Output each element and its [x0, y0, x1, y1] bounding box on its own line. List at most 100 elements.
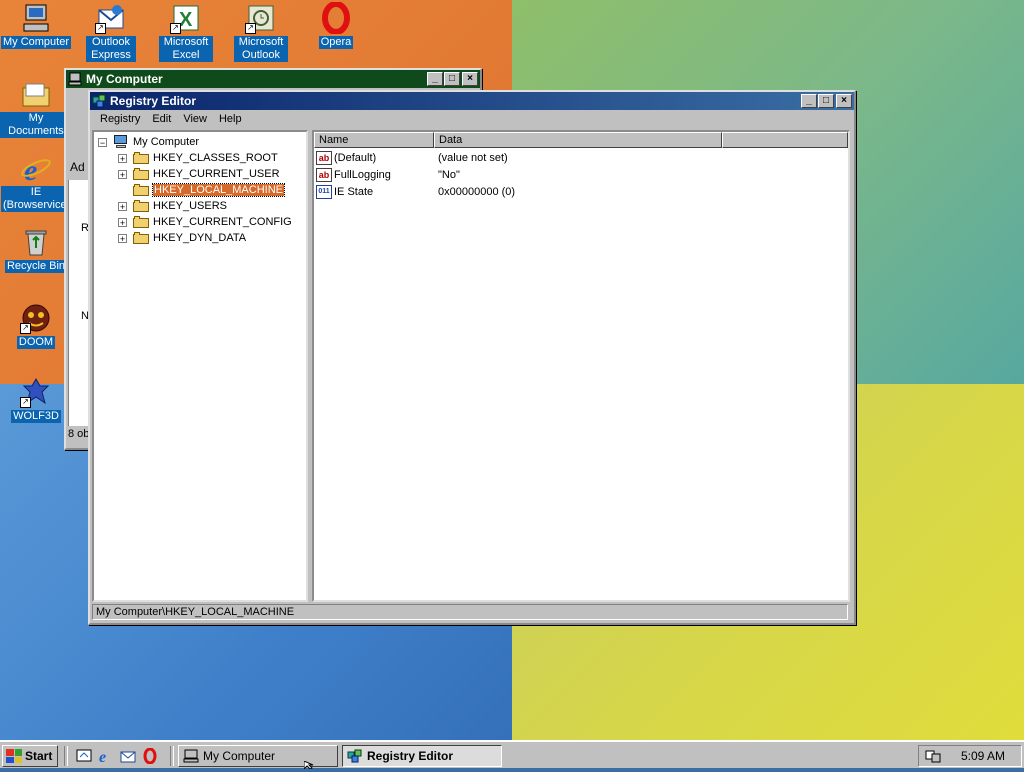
svg-text:e: e [99, 749, 106, 764]
key-tree-pane[interactable]: − My Computer + HKEY_CLASSES_ROOT + HKEY… [92, 130, 308, 602]
desktop-icon-label: My Computer [0, 36, 72, 49]
desktop-icon-label: My Documents [0, 112, 72, 138]
value-name: FullLogging [334, 169, 391, 181]
menu-edit[interactable]: Edit [146, 113, 177, 125]
expand-icon[interactable]: + [118, 153, 127, 163]
opera-icon[interactable] [142, 747, 158, 765]
folder-icon [133, 152, 149, 164]
close-button[interactable]: × [836, 94, 852, 108]
folder-icon [133, 232, 149, 244]
tree-item-label: HKEY_CURRENT_CONFIG [153, 216, 292, 228]
start-label: Start [25, 749, 53, 763]
close-button[interactable]: × [462, 72, 478, 86]
menu-registry[interactable]: Registry [94, 113, 146, 125]
recycle-bin-icon [20, 226, 52, 258]
clock[interactable]: 5:09 AM [961, 749, 1005, 763]
shortcut-arrow-icon: ↗ [245, 23, 256, 34]
tree-item-label: HKEY_DYN_DATA [153, 232, 247, 244]
task-button-registry-editor[interactable]: Registry Editor [342, 745, 502, 767]
outlook-icon: ↗ [245, 2, 277, 34]
desktop-icon-wolf3d[interactable]: ↗ WOLF3D [0, 376, 72, 423]
tree-item-label: HKEY_USERS [153, 200, 227, 212]
internet-explorer-icon[interactable]: e [98, 748, 114, 766]
value-row[interactable]: ab (Default) (value not set) [316, 150, 508, 166]
folder-icon [133, 168, 149, 180]
desktop-icon-doom[interactable]: ↗ DOOM [0, 302, 72, 349]
shortcut-arrow-icon: ↗ [20, 397, 31, 408]
computer-icon [20, 2, 52, 34]
value-row[interactable]: 011 IE State 0x00000000 (0) [316, 184, 515, 200]
desktop-icon-ie[interactable]: e IE (Browservice) [0, 152, 72, 212]
my-computer-titlebar[interactable]: My Computer _ □ × [66, 70, 480, 88]
desktop-icon-label: Microsoft Excel [159, 36, 213, 62]
desktop-icon-label: Recycle Bin [4, 260, 68, 273]
desktop-icon-my-computer[interactable]: My Computer [0, 2, 72, 49]
tray-app-icon[interactable] [925, 748, 941, 764]
menu-help[interactable]: Help [213, 113, 248, 125]
expand-icon[interactable]: + [118, 233, 127, 243]
desktop-icon-my-documents[interactable]: My Documents [0, 78, 72, 138]
show-desktop-icon[interactable] [76, 748, 92, 764]
desktop-icon-opera[interactable]: Opera [300, 1, 372, 49]
values-pane[interactable]: Name Data ab (Default) (value not set) a… [312, 130, 850, 602]
maximize-button[interactable]: □ [444, 72, 460, 86]
start-button[interactable]: Start [2, 745, 58, 767]
taskbar-divider [64, 746, 68, 766]
registry-editor-icon [92, 94, 106, 108]
computer-icon [113, 135, 129, 149]
shortcut-arrow-icon: ↗ [95, 23, 106, 34]
expand-icon[interactable]: + [118, 217, 127, 227]
tree-item-hklm[interactable]: HKEY_LOCAL_MACHINE [118, 182, 285, 198]
value-data: "No" [438, 169, 460, 181]
desktop-icon-excel[interactable]: X ↗ Microsoft Excel [150, 2, 222, 62]
excel-icon: X ↗ [170, 2, 202, 34]
desktop-icon-label: Outlook Express [86, 36, 136, 62]
tree-root-label: My Computer [133, 136, 200, 148]
window-title: Registry Editor [110, 94, 197, 108]
tree-item-hku[interactable]: + HKEY_USERS [118, 198, 227, 214]
value-data: (value not set) [438, 152, 508, 164]
outlook-express-icon[interactable] [120, 748, 136, 764]
binary-value-icon: 011 [316, 185, 332, 199]
tree-item-hkdd[interactable]: + HKEY_DYN_DATA [118, 230, 246, 246]
tree-item-hkcr[interactable]: + HKEY_CLASSES_ROOT [118, 150, 278, 166]
registry-editor-titlebar[interactable]: Registry Editor _ □ × [90, 92, 854, 110]
tree-item-hkcc[interactable]: + HKEY_CURRENT_CONFIG [118, 214, 292, 230]
open-folder-icon [133, 184, 149, 196]
desktop-icon-outlook-express[interactable]: ↗ Outlook Express [75, 2, 147, 62]
wolf3d-icon: ↗ [20, 376, 52, 408]
system-tray: 5:09 AM [918, 745, 1022, 767]
shortcut-arrow-icon: ↗ [170, 23, 181, 34]
expand-icon[interactable]: + [118, 169, 127, 179]
value-row[interactable]: ab FullLogging "No" [316, 167, 460, 183]
status-bar: My Computer\HKEY_LOCAL_MACHINE [92, 604, 848, 620]
taskbar: Start e My Computer Registry Editor 5:09… [0, 740, 1024, 768]
registry-editor-window[interactable]: Registry Editor _ □ × Registry Edit View… [88, 90, 856, 625]
tree-item-hkcu[interactable]: + HKEY_CURRENT_USER [118, 166, 280, 182]
tree-root[interactable]: − My Computer [98, 134, 199, 150]
task-label: Registry Editor [367, 749, 454, 763]
value-name: IE State [334, 186, 374, 198]
doom-icon: ↗ [20, 302, 52, 334]
tree-item-label: HKEY_CURRENT_USER [153, 168, 280, 180]
desktop-icon-label: Microsoft Outlook [234, 36, 288, 62]
minimize-button[interactable]: _ [801, 94, 817, 108]
menu-view[interactable]: View [177, 113, 213, 125]
computer-icon [183, 749, 199, 763]
maximize-button[interactable]: □ [818, 94, 834, 108]
column-header-empty[interactable] [722, 132, 848, 148]
column-header-name[interactable]: Name [314, 132, 434, 148]
minimize-button[interactable]: _ [427, 72, 443, 86]
collapse-icon[interactable]: − [98, 137, 107, 147]
desktop-icon-outlook[interactable]: ↗ Microsoft Outlook [225, 2, 297, 62]
column-header-data[interactable]: Data [434, 132, 722, 148]
mouse-cursor-icon [303, 760, 314, 771]
partial-text: Ad [70, 160, 85, 174]
task-button-my-computer[interactable]: My Computer [178, 745, 338, 767]
expand-icon[interactable]: + [118, 201, 127, 211]
desktop-icon-label: Opera [318, 36, 354, 49]
windows-logo-icon [6, 749, 22, 763]
string-value-icon: ab [316, 151, 332, 165]
value-name: (Default) [334, 152, 377, 164]
desktop-icon-recycle-bin[interactable]: Recycle Bin [0, 226, 72, 273]
